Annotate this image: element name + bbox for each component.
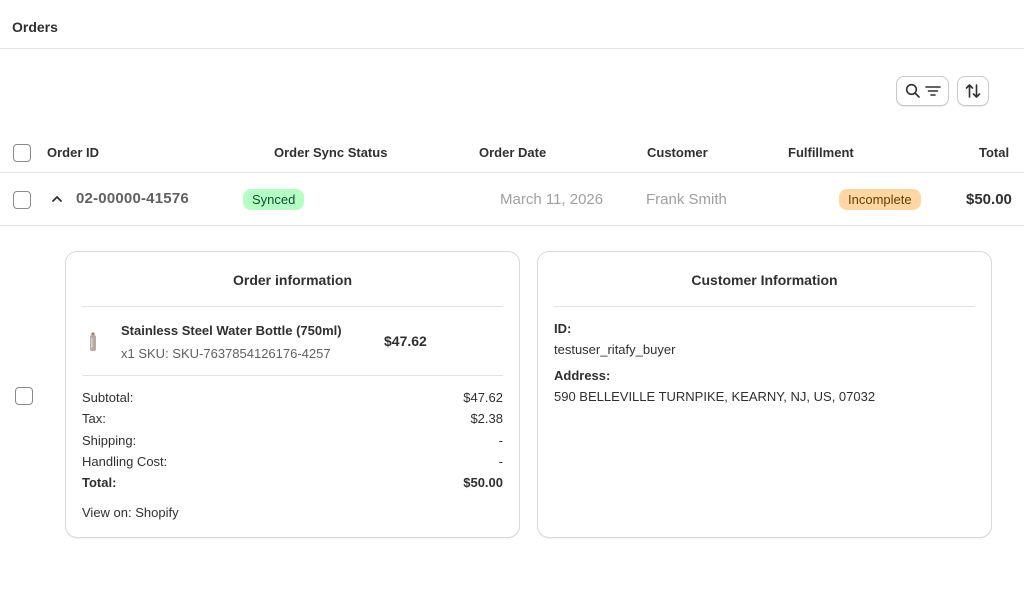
select-all-checkbox[interactable] [13,144,31,162]
customer-address-value: 590 BELLEVILLE TURNPIKE, KEARNY, NJ, US,… [554,389,876,404]
summary-tax: Tax: $2.38 [82,411,503,426]
order-information-title: Order information [232,272,352,288]
sort-icon [964,82,982,100]
sync-status-badge: Synced [243,189,305,210]
view-on-shopify-link[interactable]: View on: Shopify [82,505,179,520]
column-header-order-id[interactable]: Order ID [47,145,99,160]
divider [554,306,975,307]
summary-label: Subtotal: [82,390,134,405]
customer-address-label: Address: [554,368,611,383]
summary-value: $47.62 [463,390,503,405]
column-header-sync-status[interactable]: Order Sync Status [274,145,387,160]
divider [0,225,1024,226]
summary-total: Total: $50.00 [82,475,503,490]
customer-information-card: Customer Information ID: testuser_ritafy… [537,251,992,538]
sort-button[interactable] [957,76,989,106]
order-date: March 11, 2026 [500,191,604,208]
product-name[interactable]: Stainless Steel Water Bottle (750ml) [121,323,342,338]
product-sku: x1 SKU: SKU-7637854126176-4257 [121,346,331,361]
customer-name: Frank Smith [646,191,727,208]
summary-value: - [498,454,503,469]
summary-subtotal: Subtotal: $47.62 [82,390,503,405]
search-icon [905,83,921,99]
summary-label: Total: [82,475,117,490]
summary-value: $50.00 [463,475,503,490]
filter-icon [924,84,941,98]
customer-id-value: testuser_ritafy_buyer [554,342,676,357]
column-header-fulfillment[interactable]: Fulfillment [788,145,854,160]
order-total: $50.00 [966,191,1012,208]
summary-handling-cost: Handling Cost: - [82,454,503,469]
product-price: $47.62 [384,333,427,349]
summary-label: Handling Cost: [82,454,168,469]
product-thumbnail [88,332,98,352]
summary-value: $2.38 [470,411,503,426]
page-title: Orders [12,19,58,35]
customer-information-title: Customer Information [691,272,838,288]
summary-label: Shipping: [82,433,137,448]
summary-shipping: Shipping: - [82,433,503,448]
column-header-order-date[interactable]: Order Date [479,145,546,160]
chevron-up-icon[interactable] [50,192,64,211]
row-checkbox[interactable] [13,191,31,209]
order-id[interactable]: 02-00000-41576 [76,190,189,207]
customer-id-label: ID: [554,321,572,336]
summary-label: Tax: [82,411,106,426]
search-filter-button[interactable] [896,76,949,106]
expanded-row-checkbox[interactable] [15,387,33,405]
order-information-card: Order information Stainless Steel Water … [65,251,520,538]
summary-value: - [498,433,503,448]
fulfillment-badge: Incomplete [839,189,921,210]
divider [82,306,503,307]
divider [82,375,503,376]
divider [0,172,1024,173]
column-header-customer[interactable]: Customer [647,145,708,160]
page-header: Orders [0,0,1024,49]
column-header-total[interactable]: Total [979,145,1009,160]
